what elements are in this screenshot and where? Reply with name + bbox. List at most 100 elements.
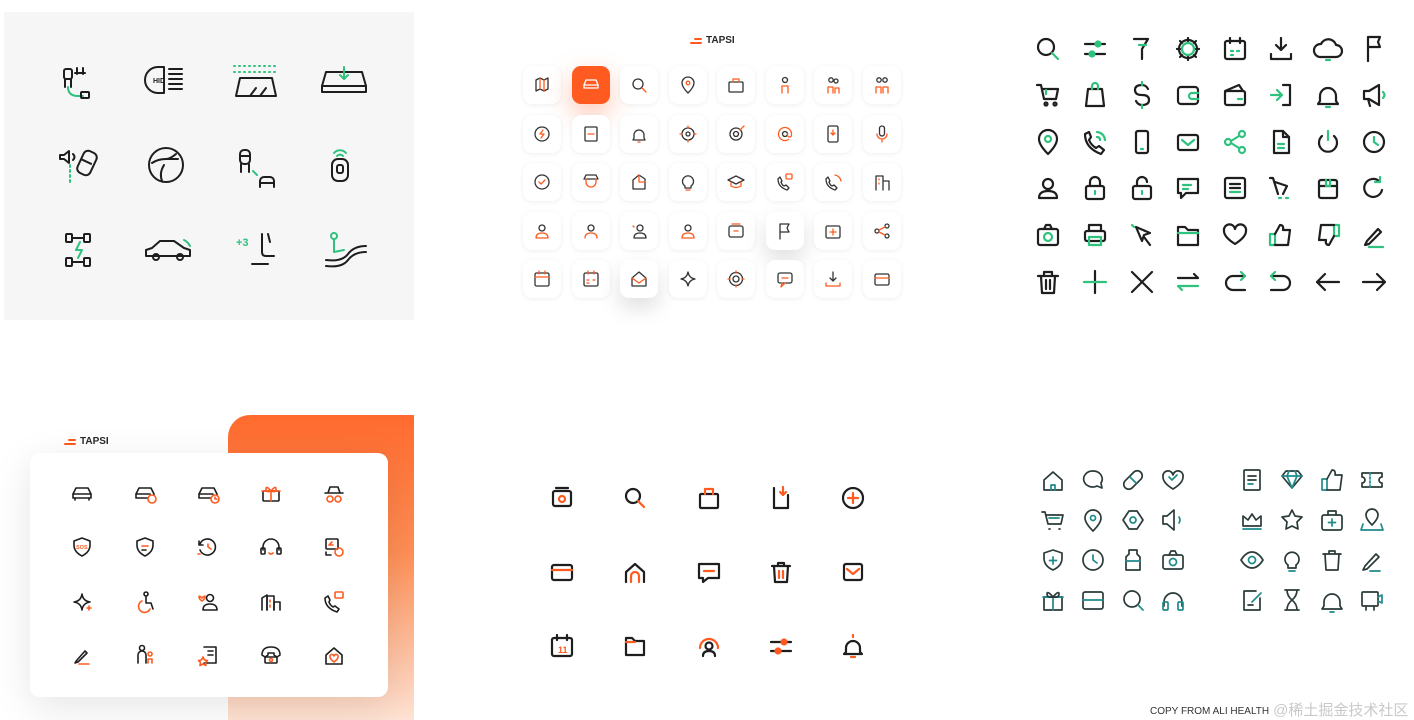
tile-at-sign[interactable] (765, 114, 804, 153)
tile-user[interactable] (571, 211, 610, 250)
tile-calendar-grid[interactable] (571, 260, 610, 298)
tile-target[interactable] (717, 114, 755, 153)
power-icon (1317, 129, 1339, 153)
tile-car[interactable] (571, 66, 610, 104)
speaker-icon (1162, 509, 1181, 531)
undo-icon (1269, 270, 1292, 292)
target-icon (729, 124, 745, 141)
tile-chat-bubble[interactable] (765, 260, 804, 298)
user-icon (583, 223, 598, 239)
calendar-icon (534, 270, 550, 287)
crown-icon (1242, 513, 1262, 530)
gear-icon (1175, 36, 1201, 62)
tile-phone-call[interactable] (814, 163, 852, 201)
tile-location-pin[interactable] (668, 66, 707, 104)
phone-call-icon (825, 174, 842, 191)
tile-sparkle[interactable] (668, 260, 707, 298)
tile-crosshair[interactable] (668, 114, 707, 153)
tile-lightning[interactable] (523, 114, 561, 153)
tile-map[interactable] (523, 66, 561, 104)
gift-icon (1042, 591, 1064, 611)
pencil-icon (1362, 553, 1381, 572)
phone-download-icon (827, 124, 839, 143)
tile-user-star[interactable] (620, 211, 658, 250)
tile-share[interactable] (862, 211, 901, 250)
car-icons-svg: HID +3 (59, 65, 367, 268)
tile-graduation-cap[interactable] (717, 163, 755, 201)
tile-credit-card[interactable] (862, 260, 901, 298)
tile-settings[interactable] (717, 260, 755, 298)
tapsi-card-icons-svg: SOS (72, 486, 344, 667)
phone-chat-icon (776, 173, 793, 191)
cart-icon (1041, 511, 1064, 530)
seat-adjust-icon (63, 67, 90, 99)
tile-microphone[interactable] (862, 114, 901, 153)
group-icon (874, 77, 889, 94)
tile-phone-download[interactable] (814, 114, 852, 153)
user-icon (1037, 177, 1059, 200)
tile-user-group[interactable] (668, 211, 707, 250)
thumbs-down-icon (1317, 223, 1341, 247)
person-icon (780, 76, 789, 94)
two-people-icon (827, 77, 840, 94)
shield-icon (136, 537, 154, 557)
key-fob-icon (331, 149, 349, 182)
tile-first-aid[interactable] (814, 211, 852, 250)
tile-user-badge[interactable] (523, 211, 561, 250)
tile-search[interactable] (620, 66, 658, 104)
tile-pie-chart[interactable] (620, 163, 658, 201)
tile-wallet[interactable] (717, 211, 755, 250)
cocktail-icon (1132, 37, 1150, 61)
search-icon (1036, 37, 1060, 61)
tile-bell[interactable] (620, 114, 658, 153)
tile-check-circle[interactable] (523, 163, 561, 201)
sos-label: SOS (76, 545, 88, 551)
history-icon (197, 538, 217, 556)
tile-document[interactable] (571, 114, 610, 153)
tapsi-brand-text: TAPSI (706, 35, 735, 46)
trash-icon (1036, 270, 1060, 295)
phone-download-icon (772, 485, 790, 510)
megaphone-icon (1362, 83, 1386, 108)
tapsi-orange-card-panel: TAPSI SOS (0, 415, 414, 720)
gem-icon (1281, 470, 1303, 489)
tapsi-icon-grid-panel: TAPSI (518, 22, 916, 322)
tile-group[interactable] (862, 66, 901, 104)
folder-icon (1176, 225, 1200, 247)
shield-plus-icon (1043, 549, 1063, 571)
tile-phone-chat[interactable] (765, 163, 804, 201)
tile-flag[interactable] (765, 211, 804, 250)
user-circle-icon (698, 637, 720, 658)
tile-briefcase[interactable] (717, 66, 755, 104)
heart-icon (1222, 223, 1248, 246)
tile-calendar[interactable] (523, 260, 561, 298)
location-pin-icon (680, 76, 695, 94)
line-icons-svg (1035, 35, 1387, 295)
bold-icons-svg: 11 (550, 485, 865, 659)
arrow-left-icon (1315, 272, 1341, 292)
tile-lightbulb[interactable] (668, 163, 707, 201)
star-icon (1281, 509, 1303, 530)
first-aid-icon (1321, 510, 1343, 531)
incognito-icon (324, 486, 344, 503)
cloud-icon (1312, 38, 1344, 62)
download-icon (825, 271, 841, 287)
pie-chart-icon (632, 174, 646, 190)
tile-building[interactable] (862, 163, 901, 201)
tile-download[interactable] (814, 260, 852, 298)
arrow-right-icon (1361, 272, 1387, 292)
package-icon (1317, 178, 1339, 200)
first-aid-icon (825, 224, 841, 239)
tile-driver-hat[interactable] (571, 163, 610, 201)
camera-icon (1036, 223, 1060, 247)
briefcase-icon (728, 78, 744, 93)
shopping-bag-icon (1084, 81, 1106, 108)
tile-envelope-open[interactable] (620, 260, 658, 298)
share-icon (873, 222, 890, 239)
car-icon (72, 487, 92, 501)
tile-person[interactable] (765, 66, 804, 104)
document-icon (1243, 469, 1261, 491)
tile-two-people[interactable] (814, 66, 852, 104)
clock-icon (1082, 549, 1104, 571)
driver-passenger-icon (239, 149, 275, 188)
